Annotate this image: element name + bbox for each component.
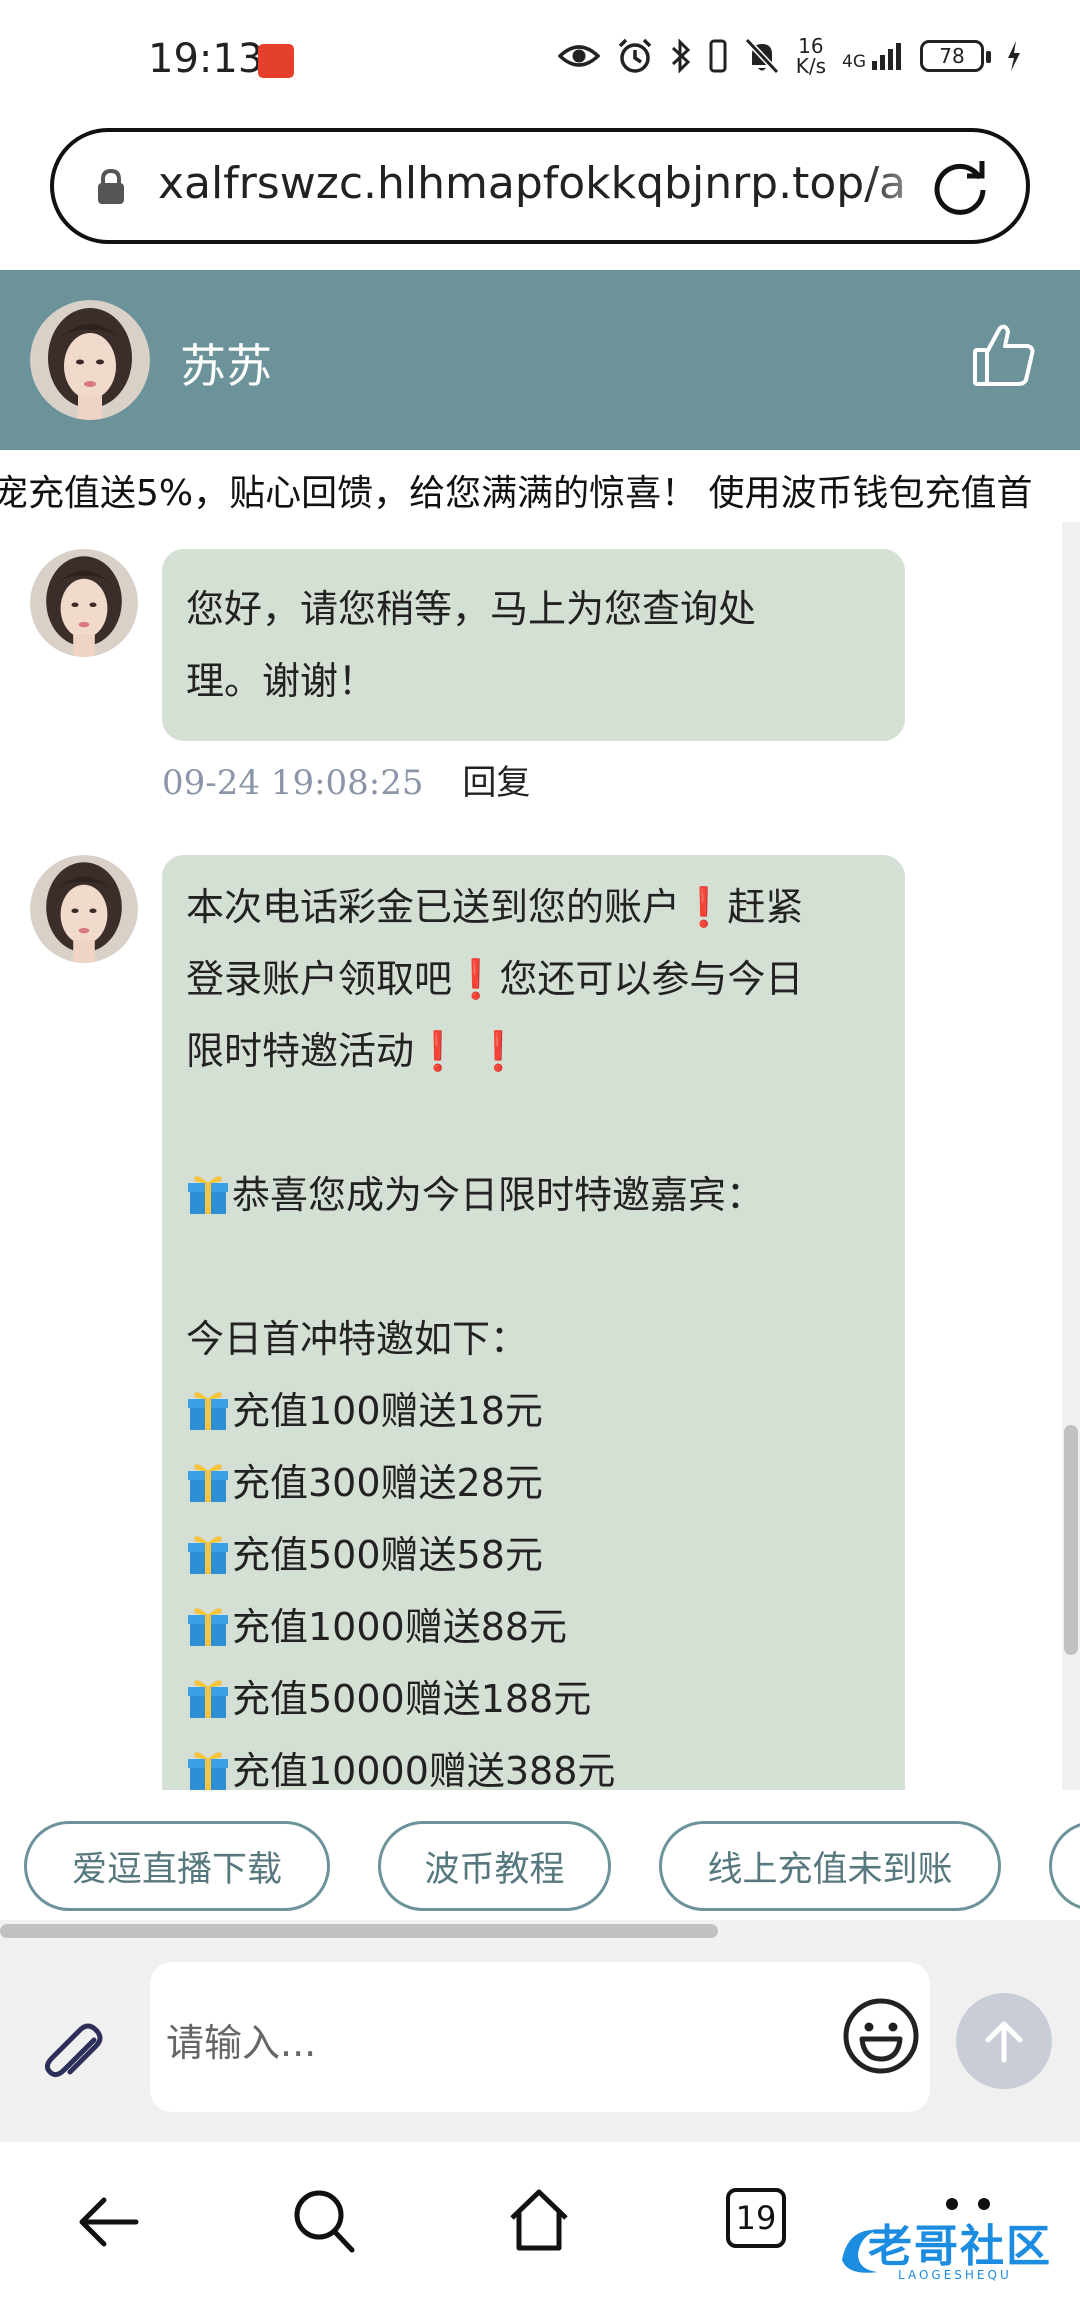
charging-icon <box>1008 41 1020 71</box>
thumbs-up-icon[interactable] <box>972 322 1036 388</box>
eye-icon <box>557 45 600 67</box>
message-input[interactable]: 请输入... <box>150 1962 930 2112</box>
contact-name: 苏苏 <box>180 339 272 393</box>
bluetooth-icon <box>671 38 690 74</box>
gift-icon <box>188 1608 228 1646</box>
watermark-subtext: LAOGESHEQU <box>898 2268 1012 2282</box>
message-bubble[interactable]: 本次电话彩金已送到您的账户❗赶紧 登录账户领取吧❗您还可以参与今日 限时特邀活动… <box>162 855 905 1790</box>
address-bar[interactable]: xalfrswzc.hlhmapfokkqbjnrp.top/a <box>50 128 1030 244</box>
status-icons: 16 K/s 4G 78 <box>557 34 1022 78</box>
quick-reply-chip-partial[interactable] <box>1049 1821 1080 1911</box>
search-icon[interactable] <box>292 2188 356 2254</box>
arrow-up-icon <box>985 2021 1023 2063</box>
marquee-text: 宠充值送5%，贴心回馈，给您满满的惊喜！ 使用波币钱包充值首 <box>0 473 1033 514</box>
quick-reply-chip[interactable]: 波币教程 <box>378 1821 611 1911</box>
message-meta: 09-24 19:08:25 回复 <box>162 755 530 804</box>
message-bubble[interactable]: 您好，请您稍等，马上为您查询处 理。谢谢！ <box>162 549 905 741</box>
net-speed: 16 K/s <box>795 34 826 78</box>
vertical-scroll-thumb[interactable] <box>1064 1425 1078 1655</box>
offer-line: 充值1000赠送88元 <box>186 1591 881 1663</box>
url-text[interactable]: xalfrswzc.hlhmapfokkqbjnrp.top/a <box>158 158 943 209</box>
quick-reply-chip[interactable]: 爱逗直播下载 <box>24 1821 330 1911</box>
gift-icon <box>188 1392 228 1430</box>
gift-icon <box>188 1536 228 1574</box>
offer-line: 充值10000赠送388元 <box>186 1735 881 1790</box>
exclamation-icon: ❗ <box>452 957 500 1001</box>
signal-icon <box>872 43 901 70</box>
browser-nav-bar: 19 老哥社区 LAOGESHEQU <box>0 2142 1080 2310</box>
tabs-button[interactable]: 19 <box>726 2188 786 2248</box>
gift-icon <box>188 1752 228 1790</box>
message-avatar <box>30 855 138 963</box>
composer: 请输入... <box>0 1940 1080 2142</box>
offer-line: 充值5000赠送188元 <box>186 1663 881 1735</box>
quick-reply-chip[interactable]: 线上充值未到账 <box>659 1821 1001 1911</box>
offer-line: 充值300赠送28元 <box>186 1447 881 1519</box>
message-text-line: 登录账户领取吧❗您还可以参与今日 <box>186 957 804 1001</box>
gift-icon <box>188 1176 228 1214</box>
message-list[interactable]: 您好，请您稍等，马上为您查询处 理。谢谢！ 09-24 19:08:25 回复 … <box>0 522 1062 1790</box>
status-bar: 19:13 16 K/s 4G 78 <box>0 0 1080 125</box>
status-time: 19:13 <box>148 36 264 82</box>
send-button[interactable] <box>956 1993 1052 2089</box>
quick-reply-bar: 爱逗直播下载 波币教程 线上充值未到账 <box>0 1790 1080 1920</box>
watermark-logo: 老哥社区 LAOGESHEQU <box>838 2210 1070 2290</box>
battery-indicator: 78 <box>920 40 991 72</box>
watermark-text: 老哥社区 <box>868 2221 1052 2272</box>
gift-icon <box>188 1680 228 1718</box>
input-placeholder: 请输入... <box>166 2021 317 2065</box>
message-text-line: 理。谢谢！ <box>186 659 377 703</box>
chat-header: 苏苏 <box>0 270 1080 450</box>
tabs-count: 19 <box>726 2188 786 2248</box>
exclamation-icon: ❗ ❗ <box>414 1029 522 1073</box>
emoji-icon[interactable] <box>842 1997 920 2075</box>
vibrate-icon <box>709 39 727 73</box>
offer-line: 充值500赠送58元 <box>186 1519 881 1591</box>
horizontal-scroll-thumb[interactable] <box>0 1924 718 1938</box>
mute-bell-icon <box>744 37 779 75</box>
reply-link[interactable]: 回复 <box>462 763 530 803</box>
gift-icon <box>188 1464 228 1502</box>
exclamation-icon: ❗ <box>680 885 728 929</box>
back-arrow-icon[interactable] <box>76 2194 140 2250</box>
alarm-icon <box>618 38 651 73</box>
signal-strength: 4G <box>842 41 904 71</box>
message-text-line: 恭喜您成为今日限时特邀嘉宾： <box>186 1159 881 1231</box>
offer-line: 充值100赠送18元 <box>186 1375 881 1447</box>
message-text-line: 限时特邀活动❗ ❗ <box>186 1029 522 1073</box>
paperclip-icon[interactable] <box>34 2018 110 2094</box>
chat-page: 19:13 16 K/s 4G 78 xalfrswzc.hlhmapfokkq… <box>0 0 1080 2310</box>
contact-avatar[interactable] <box>30 300 150 420</box>
app-notification-icon <box>258 44 294 78</box>
reload-icon[interactable] <box>929 156 991 218</box>
announcement-marquee: 宠充值送5%，贴心回馈，给您满满的惊喜！ 使用波币钱包充值首 <box>0 450 1080 522</box>
home-icon[interactable] <box>506 2186 572 2252</box>
message-text-line: 您好，请您稍等，马上为您查询处 <box>186 587 757 631</box>
message-text-line: 今日首冲特邀如下： <box>186 1317 529 1361</box>
message-timestamp: 09-24 19:08:25 <box>162 763 424 803</box>
message-avatar <box>30 549 138 657</box>
lock-icon <box>98 168 124 204</box>
message-text-line: 本次电话彩金已送到您的账户❗赶紧 <box>186 885 804 929</box>
browser-bar: xalfrswzc.hlhmapfokkqbjnrp.top/a <box>0 125 1080 270</box>
